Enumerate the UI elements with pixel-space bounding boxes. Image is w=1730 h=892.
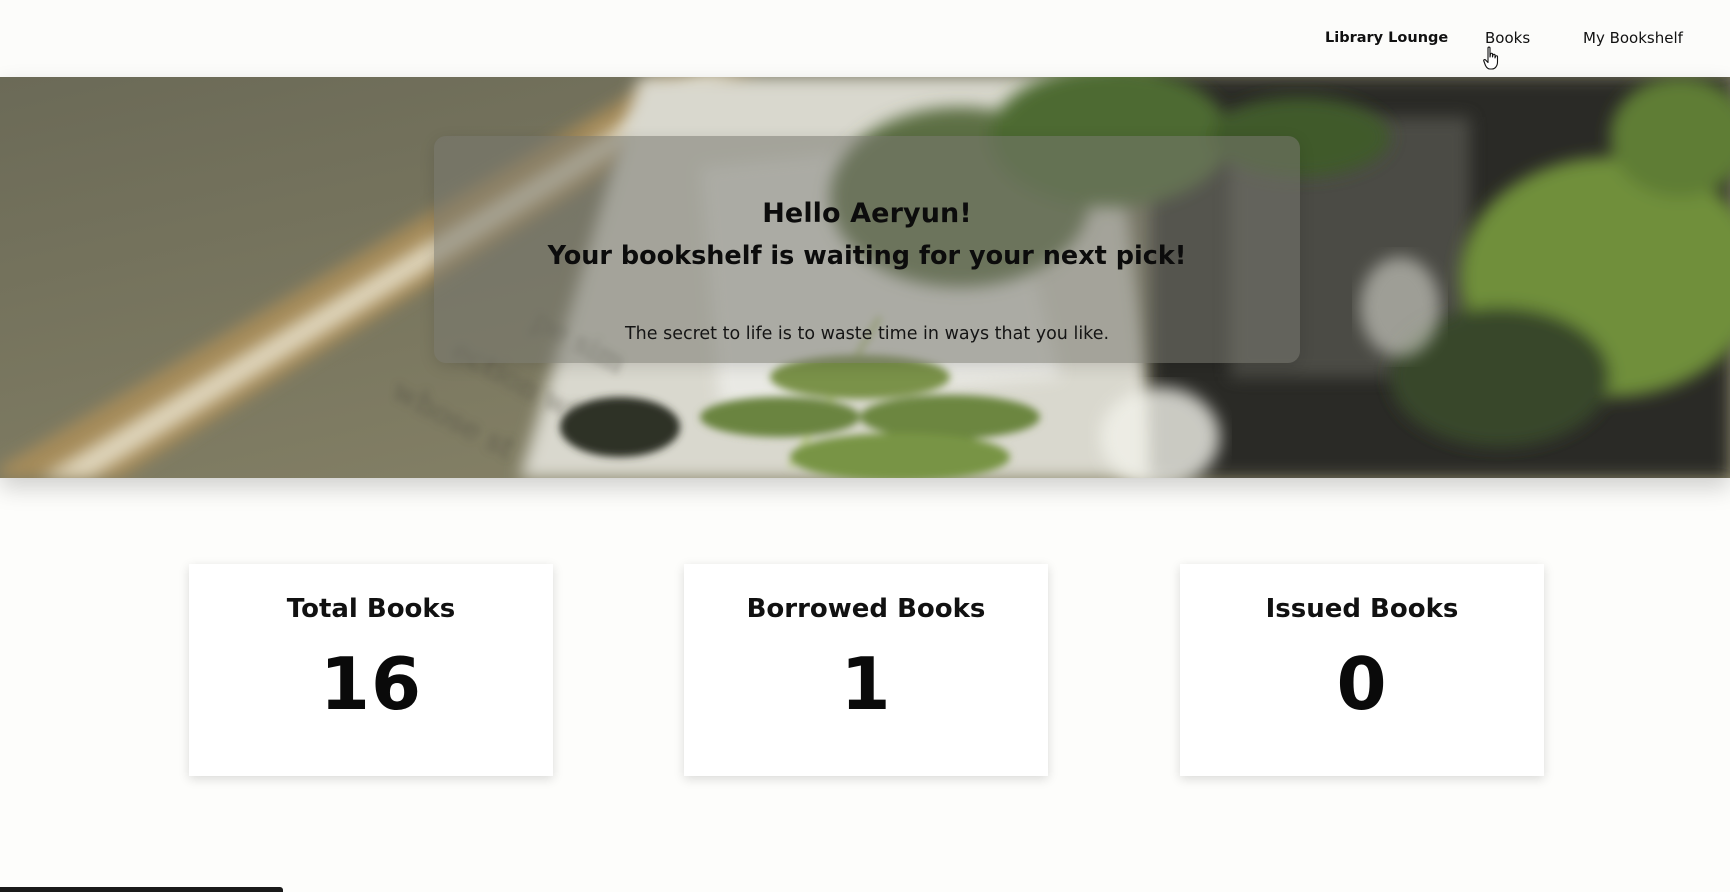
greeting-heading: Hello Aeryun!	[762, 198, 972, 229]
stat-value: 1	[840, 642, 892, 726]
quote-text: The secret to life is to waste time in w…	[624, 324, 1110, 344]
issued-books-card: Issued Books 0	[1180, 564, 1544, 776]
nav-books-link[interactable]: Books	[1485, 29, 1530, 47]
stat-title: Issued Books	[1265, 594, 1459, 624]
hero-banner: whose st ection wi pe sim	[0, 77, 1730, 478]
stat-value: 0	[1336, 642, 1388, 726]
stat-title: Borrowed Books	[746, 594, 986, 624]
borrowed-books-card: Borrowed Books 1	[684, 564, 1048, 776]
stat-title: Total Books	[286, 594, 456, 624]
total-books-card: Total Books 16	[189, 564, 553, 776]
hand-pointer-icon	[1483, 46, 1499, 70]
welcome-card: Hello Aeryun! Your bookshelf is waiting …	[434, 136, 1300, 363]
nav-my-bookshelf-link[interactable]: My Bookshelf	[1583, 29, 1683, 47]
greeting-subheading: Your bookshelf is waiting for your next …	[547, 241, 1187, 271]
bottom-scrollbar[interactable]	[0, 887, 283, 892]
top-navigation-bar: Library Lounge Books My Bookshelf	[0, 0, 1730, 77]
nav-library-lounge-link[interactable]: Library Lounge	[1325, 30, 1448, 46]
stat-value: 16	[319, 642, 423, 726]
